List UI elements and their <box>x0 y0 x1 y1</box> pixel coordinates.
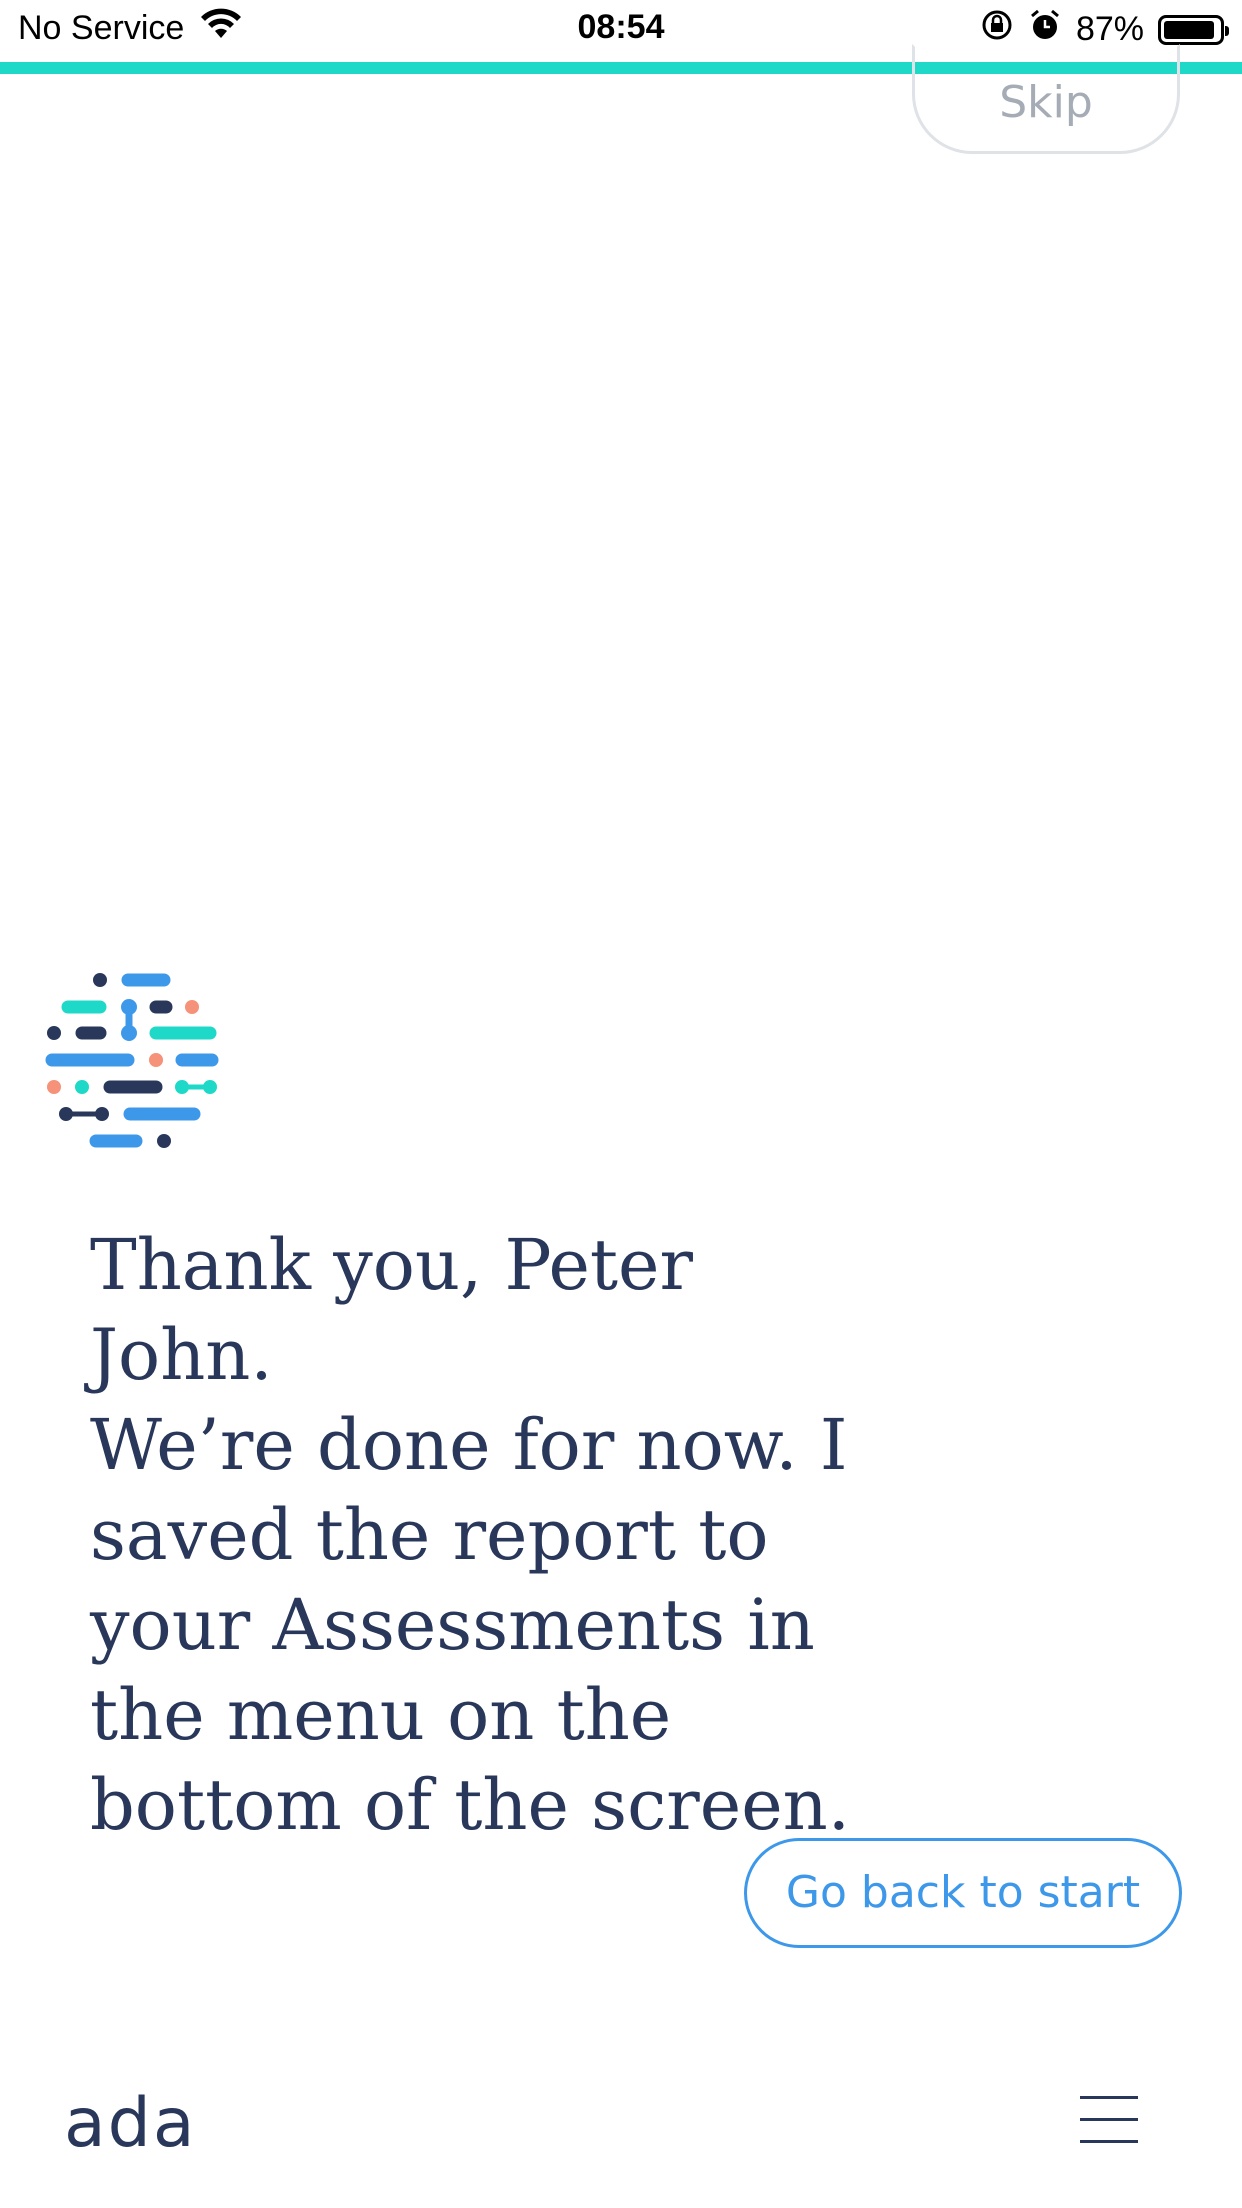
message-line: your Assessments in <box>90 1584 815 1666</box>
skip-button[interactable]: Skip <box>912 44 1180 154</box>
ada-brand-logo: ada <box>64 2084 197 2163</box>
go-back-to-start-button[interactable]: Go back to start <box>744 1838 1182 1948</box>
message-line: the menu on the <box>90 1674 672 1756</box>
message-line: Thank you, Peter John. <box>90 1224 693 1396</box>
message-line: bottom of the screen. <box>90 1764 850 1846</box>
message-line: saved the report to <box>90 1494 769 1576</box>
hamburger-menu-icon[interactable] <box>1080 2096 1138 2146</box>
ada-logo-icon <box>44 970 224 1160</box>
completion-message: Thank you, Peter John. We’re done for no… <box>90 1220 890 1850</box>
battery-icon <box>1158 14 1229 45</box>
message-line: We’re done for now. I <box>90 1404 848 1486</box>
